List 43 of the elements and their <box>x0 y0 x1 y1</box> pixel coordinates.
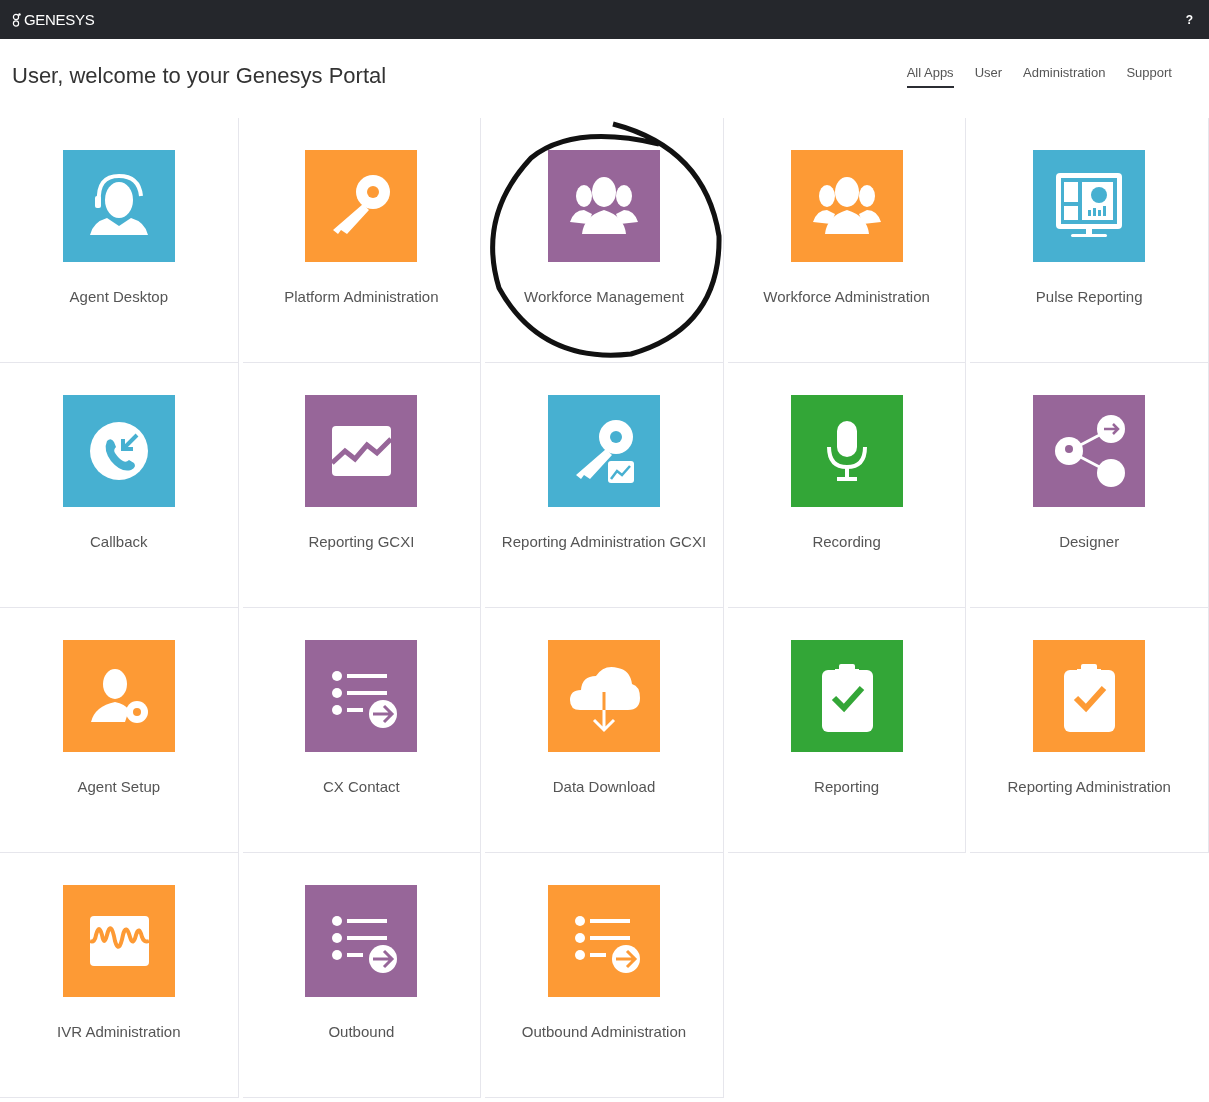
app-label: Data Download <box>551 777 657 797</box>
app-tile[interactable]: Workforce Administration <box>727 118 967 363</box>
app-label: CX Contact <box>322 777 401 797</box>
app-tile[interactable]: Platform Administration <box>242 118 482 363</box>
app-tile[interactable]: Workforce Management <box>485 118 724 363</box>
nav-tab[interactable]: Support <box>1126 63 1172 88</box>
app-label: Agent Desktop <box>68 287 169 307</box>
app-tile[interactable]: CX Contact <box>242 608 482 853</box>
app-tile[interactable]: Reporting <box>727 608 967 853</box>
app-label: IVR Administration <box>56 1022 182 1042</box>
app-tile[interactable]: Agent Desktop <box>0 118 239 363</box>
app-tile[interactable]: Outbound Administration <box>485 853 724 1098</box>
app-label: Pulse Reporting <box>1034 287 1144 307</box>
app-label: Reporting GCXI <box>307 532 416 552</box>
app-tile[interactable]: Data Download <box>485 608 724 853</box>
nav-tab[interactable]: Administration <box>1023 63 1106 88</box>
app-tile[interactable]: Reporting Administration GCXI <box>485 363 724 608</box>
app-tile[interactable]: Outbound <box>242 853 482 1098</box>
app-tile[interactable]: Pulse Reporting <box>970 118 1209 363</box>
genesys-logo[interactable]: GENESYS <box>12 11 95 28</box>
app-tile[interactable]: IVR Administration <box>0 853 239 1098</box>
app-label: Designer <box>1058 532 1121 552</box>
app-label: Reporting Administration GCXI <box>500 532 708 552</box>
app-tile[interactable]: Reporting Administration <box>970 608 1209 853</box>
app-label: Agent Setup <box>76 777 162 797</box>
app-label: Reporting <box>813 777 881 797</box>
app-label: Recording <box>811 532 882 552</box>
app-tile[interactable]: Recording <box>727 363 967 608</box>
app-tile[interactable]: Reporting GCXI <box>242 363 482 608</box>
app-label: Outbound Administration <box>520 1022 688 1042</box>
app-label: Workforce Management <box>523 287 685 307</box>
app-label: Callback <box>89 532 149 552</box>
app-tile[interactable]: Agent Setup <box>0 608 239 853</box>
app-label: Outbound <box>327 1022 396 1042</box>
app-tile[interactable]: Designer <box>970 363 1209 608</box>
app-label: Reporting Administration <box>1006 777 1172 797</box>
app-label: Platform Administration <box>283 287 440 307</box>
nav-tab[interactable]: All Apps <box>906 63 954 88</box>
app-tile[interactable]: Callback <box>0 363 239 608</box>
nav-tab[interactable]: User <box>974 63 1003 88</box>
help-button[interactable]: ? <box>1181 10 1197 29</box>
welcome-heading: User, welcome to your Genesys Portal <box>12 63 387 89</box>
app-label: Workforce Administration <box>762 287 931 307</box>
